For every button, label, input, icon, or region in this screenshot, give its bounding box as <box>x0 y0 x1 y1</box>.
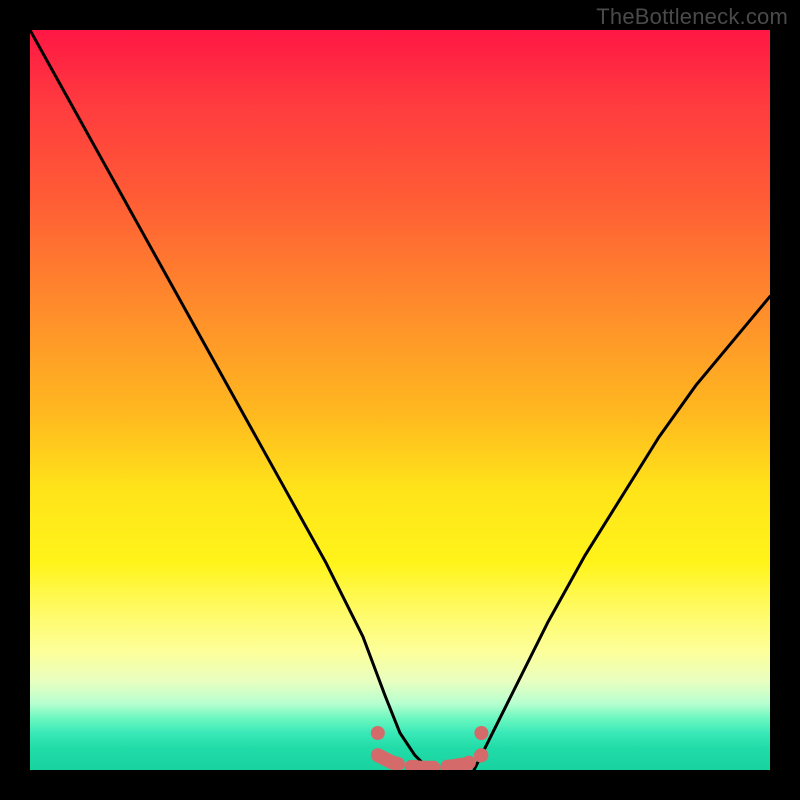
right-curve <box>474 296 770 770</box>
highlight-endpoint-right <box>474 726 488 740</box>
site-attribution: TheBottleneck.com <box>596 4 788 30</box>
highlight-endpoint-left <box>371 726 385 740</box>
left-curve <box>30 30 430 770</box>
bottom-highlight <box>378 755 482 768</box>
chart-frame: TheBottleneck.com <box>0 0 800 800</box>
chart-svg <box>30 30 770 770</box>
